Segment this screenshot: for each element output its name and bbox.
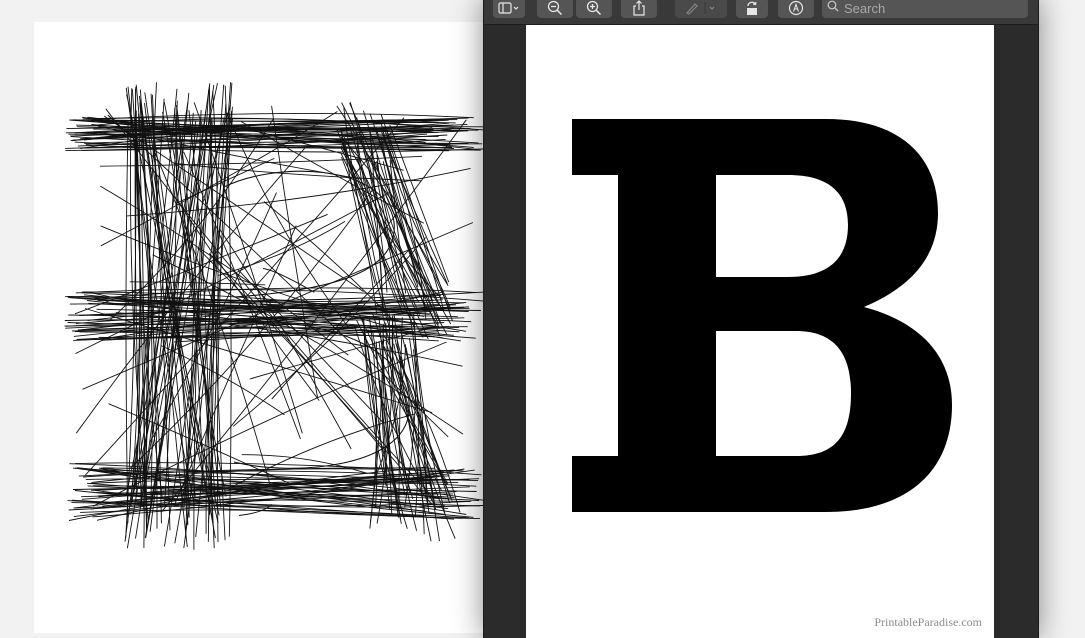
zoom-in-icon [586,0,602,16]
document-view[interactable]: PrintableParadise.com [484,25,1038,638]
sidebar-icon [498,1,520,15]
markup-pen-button[interactable] [675,0,727,18]
rotate-icon [744,0,760,16]
preview-window: PrintableParadise.com [483,0,1039,638]
search-field[interactable] [822,0,1028,18]
zoom-out-icon [547,0,563,16]
share-icon [632,0,646,16]
zoom-out-button[interactable] [537,0,573,18]
markup-circle-icon [788,0,804,16]
zoom-in-button[interactable] [576,0,612,18]
document-page: PrintableParadise.com [526,25,994,638]
sketch-letter-b-drawing [64,82,484,550]
share-button[interactable] [621,0,657,18]
letter-b-graphic [572,119,952,512]
pen-icon [684,1,718,15]
rotate-button[interactable] [736,0,768,18]
search-icon [822,0,844,17]
sidebar-toggle-button[interactable] [493,0,525,18]
watermark: PrintableParadise.com [874,615,982,629]
toolbar [484,0,1038,25]
search-input[interactable] [844,0,1014,16]
markup-toolbar-button[interactable] [778,0,814,18]
sketch-page [34,22,504,633]
